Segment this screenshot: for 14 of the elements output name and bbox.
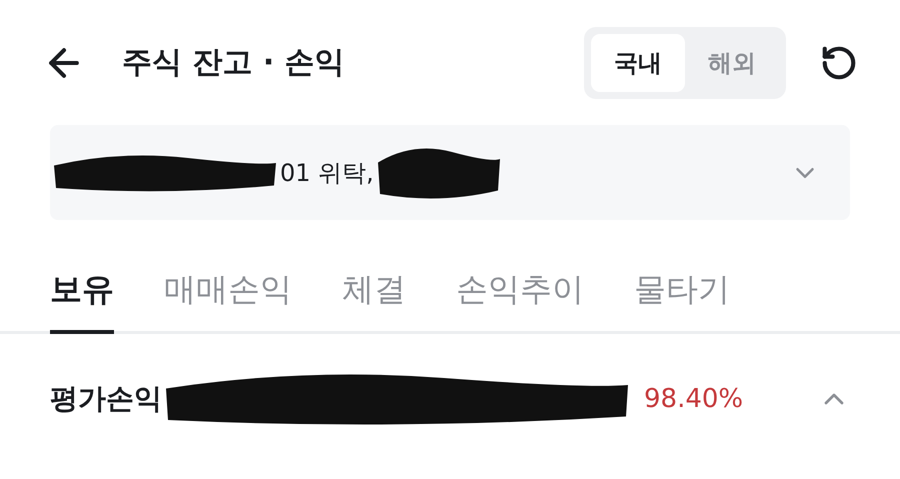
market-option[interactable]: 해외 xyxy=(685,34,779,92)
tab[interactable]: 보유 xyxy=(50,254,114,334)
account-selector[interactable]: 01 위탁, xyxy=(50,125,850,220)
tab[interactable]: 체결 xyxy=(342,254,406,334)
summary-label: 평가손익 xyxy=(50,381,162,417)
tab[interactable]: 매매손익 xyxy=(164,254,292,334)
page-title: 주식 잔고 · 손익 xyxy=(122,44,346,82)
profit-rate: 98.40% xyxy=(644,384,744,414)
tab[interactable]: 손익추이 xyxy=(456,254,584,334)
market-option[interactable]: 국내 xyxy=(591,34,685,92)
refresh-button[interactable] xyxy=(820,44,858,82)
tab[interactable]: 물타기 xyxy=(634,254,730,334)
account-text: 01 위탁, xyxy=(280,158,374,188)
refresh-icon xyxy=(820,44,858,82)
